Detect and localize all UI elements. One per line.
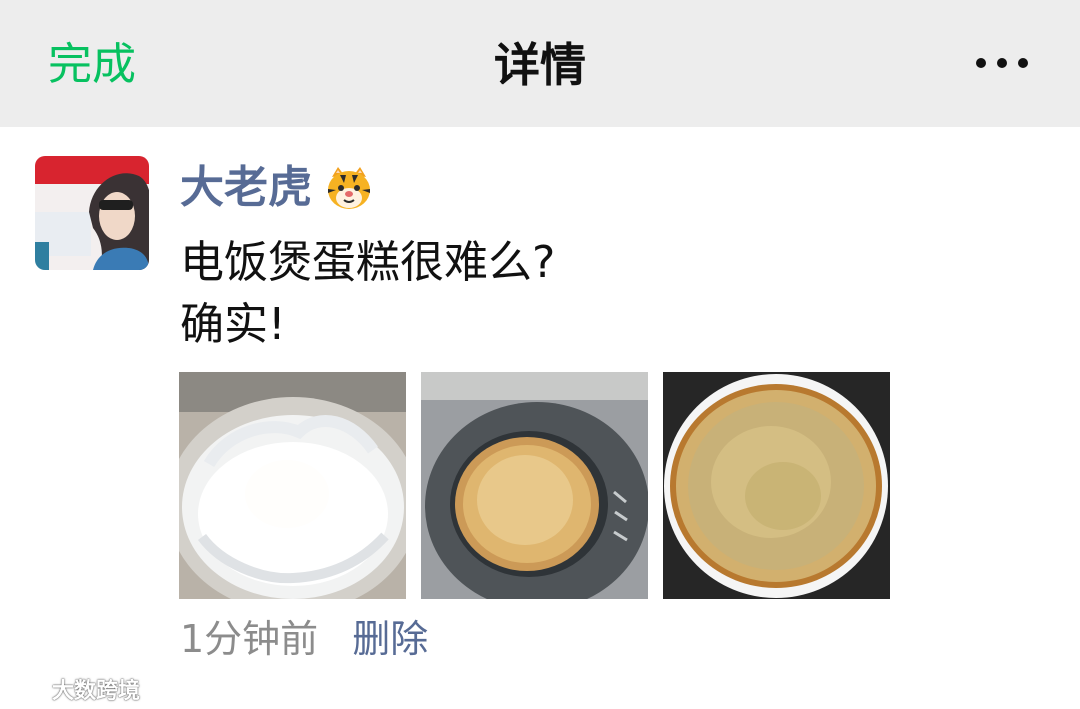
- more-icon-dot: [1018, 58, 1028, 68]
- cake-in-rice-cooker-photo: [421, 372, 648, 599]
- post-author-row: 大老虎: [180, 158, 374, 218]
- watermark-logo-icon: [8, 677, 48, 701]
- post-text-line-2: 确实!: [180, 299, 286, 350]
- top-nav-bar: 完成 详情: [0, 0, 1080, 127]
- whipped-egg-whites-photo: [179, 372, 406, 599]
- photo-thumbnail-1[interactable]: [179, 372, 406, 599]
- post-author-name[interactable]: 大老虎: [180, 160, 312, 216]
- finished-cake-photo: [663, 372, 890, 599]
- tiger-face-icon: [324, 163, 374, 213]
- more-icon: [976, 58, 986, 68]
- more-icon-dot: [997, 58, 1007, 68]
- more-options-button[interactable]: [976, 48, 1028, 78]
- avatar-image: [35, 156, 149, 270]
- avatar[interactable]: [35, 156, 149, 270]
- page-title: 详情: [494, 38, 586, 92]
- post-text-line-1: 电饭煲蛋糕很难么?: [180, 237, 556, 288]
- photo-thumbnail-2[interactable]: [421, 372, 648, 599]
- photo-thumbnail-3[interactable]: [663, 372, 890, 599]
- delete-button[interactable]: 删除: [352, 614, 428, 664]
- post-meta-row: 1分钟前 删除: [180, 614, 428, 664]
- watermark: 大数跨境: [8, 672, 140, 706]
- post-time: 1分钟前: [180, 617, 319, 661]
- post-text: 电饭煲蛋糕很难么? 确实!: [180, 232, 1040, 356]
- watermark-text: 大数跨境: [52, 679, 141, 704]
